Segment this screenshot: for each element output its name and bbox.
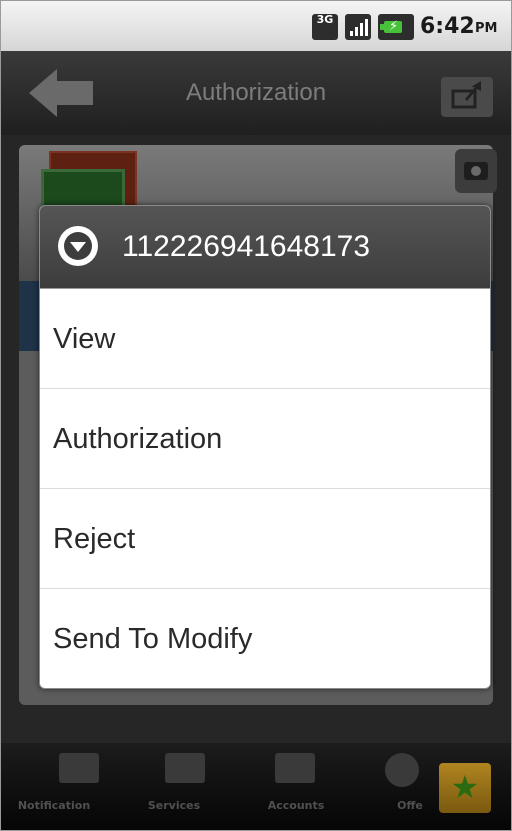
status-bar: 3G ⚡ 6:42 PM [1,1,511,51]
network-label: 3G [316,13,334,26]
title-bar: Authorization [1,51,511,135]
camera-icon[interactable] [455,149,497,193]
tab-accounts[interactable]: Accounts [247,743,349,830]
card-icon [275,753,315,783]
star-icon[interactable]: ★ [439,763,491,813]
dialog-title: 112226941648173 [122,230,371,263]
menu-item-authorization[interactable]: Authorization [40,389,490,489]
menu-item-label: Authorization [53,423,223,455]
context-menu-dialog: 112226941648173 View Authorization Rejec… [39,205,491,689]
network-3g-icon: 3G [312,14,338,40]
notification-icon [59,753,99,783]
bottom-tab-bar: Notification Services Accounts Offe [1,743,511,830]
tab-notification[interactable]: Notification [18,743,131,830]
menu-item-reject[interactable]: Reject [40,489,490,589]
tab-label: Accounts [267,799,325,812]
chevron-down-circle-icon [58,226,98,266]
wallet-icon [165,753,205,783]
page-title: Authorization [185,79,327,106]
menu-item-send-to-modify[interactable]: Send To Modify [40,589,490,688]
battery-charging-icon: ⚡ [378,14,414,40]
menu-item-label: View [53,323,116,355]
menu-item-label: Reject [53,523,136,555]
tab-label: Services [147,799,201,812]
phone-screen: 3G ⚡ 6:42 PM Authorization Notification … [0,0,512,831]
tab-label: Notification [17,799,91,812]
signal-icon [345,14,371,40]
tab-services[interactable]: Services [139,743,241,830]
menu-item-label: Send To Modify [53,623,253,655]
status-ampm: PM [475,21,498,36]
gear-icon [385,753,419,787]
dialog-header: 112226941648173 [40,206,490,289]
share-icon[interactable] [441,77,493,117]
menu-item-view[interactable]: View [40,289,490,389]
status-time: 6:42 [420,14,475,39]
